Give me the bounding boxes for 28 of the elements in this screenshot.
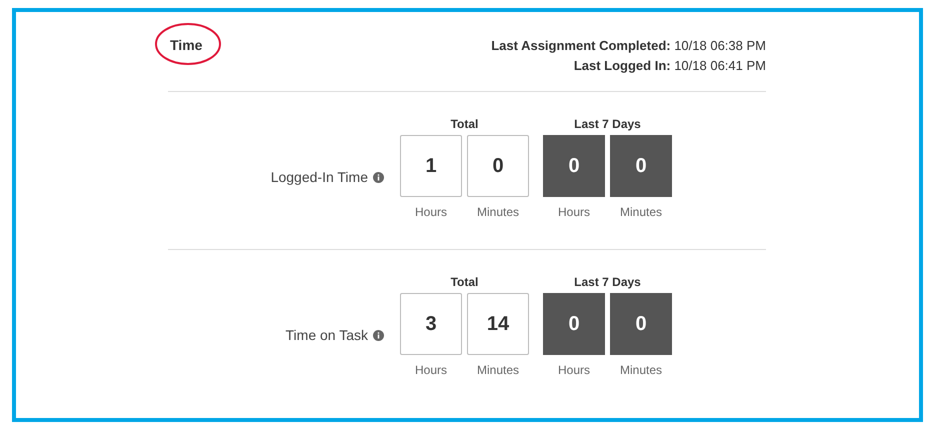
unit-label: Minutes xyxy=(620,362,662,379)
unit-label: Hours xyxy=(558,362,590,379)
unit-label: Hours xyxy=(558,204,590,221)
unit-label: Minutes xyxy=(476,204,520,221)
value-tile: 0 xyxy=(610,293,672,355)
column-heading: Last 7 Days xyxy=(574,116,641,132)
info-icon[interactable] xyxy=(373,172,384,183)
value-tile: 0 xyxy=(543,135,605,197)
column-heading: Last 7 Days xyxy=(574,274,641,290)
value-tile: 1 xyxy=(400,135,462,197)
highlight-ellipse xyxy=(154,22,222,66)
value-tile: 14 xyxy=(467,293,529,355)
metric-label: Logged-In Time xyxy=(270,168,368,187)
info-icon[interactable] xyxy=(373,330,384,341)
column-heading: Total xyxy=(450,274,478,290)
value-tile: 0 xyxy=(467,135,529,197)
column-heading: Total xyxy=(450,116,478,132)
meta-line: Last Assignment Completed: 10/18 06:38 PM xyxy=(491,37,766,55)
unit-label: Hours xyxy=(414,362,447,379)
section-title: Time xyxy=(170,37,202,53)
value-tile: 0 xyxy=(543,293,605,355)
value-tile: 3 xyxy=(400,293,462,355)
metric-label: Time on Task xyxy=(286,326,368,345)
meta-line: Last Logged In: 10/18 06:41 PM xyxy=(574,57,766,75)
value-tile: 0 xyxy=(610,135,672,197)
unit-label: Minutes xyxy=(620,204,662,221)
unit-label: Minutes xyxy=(476,362,520,379)
unit-label: Hours xyxy=(414,204,447,221)
